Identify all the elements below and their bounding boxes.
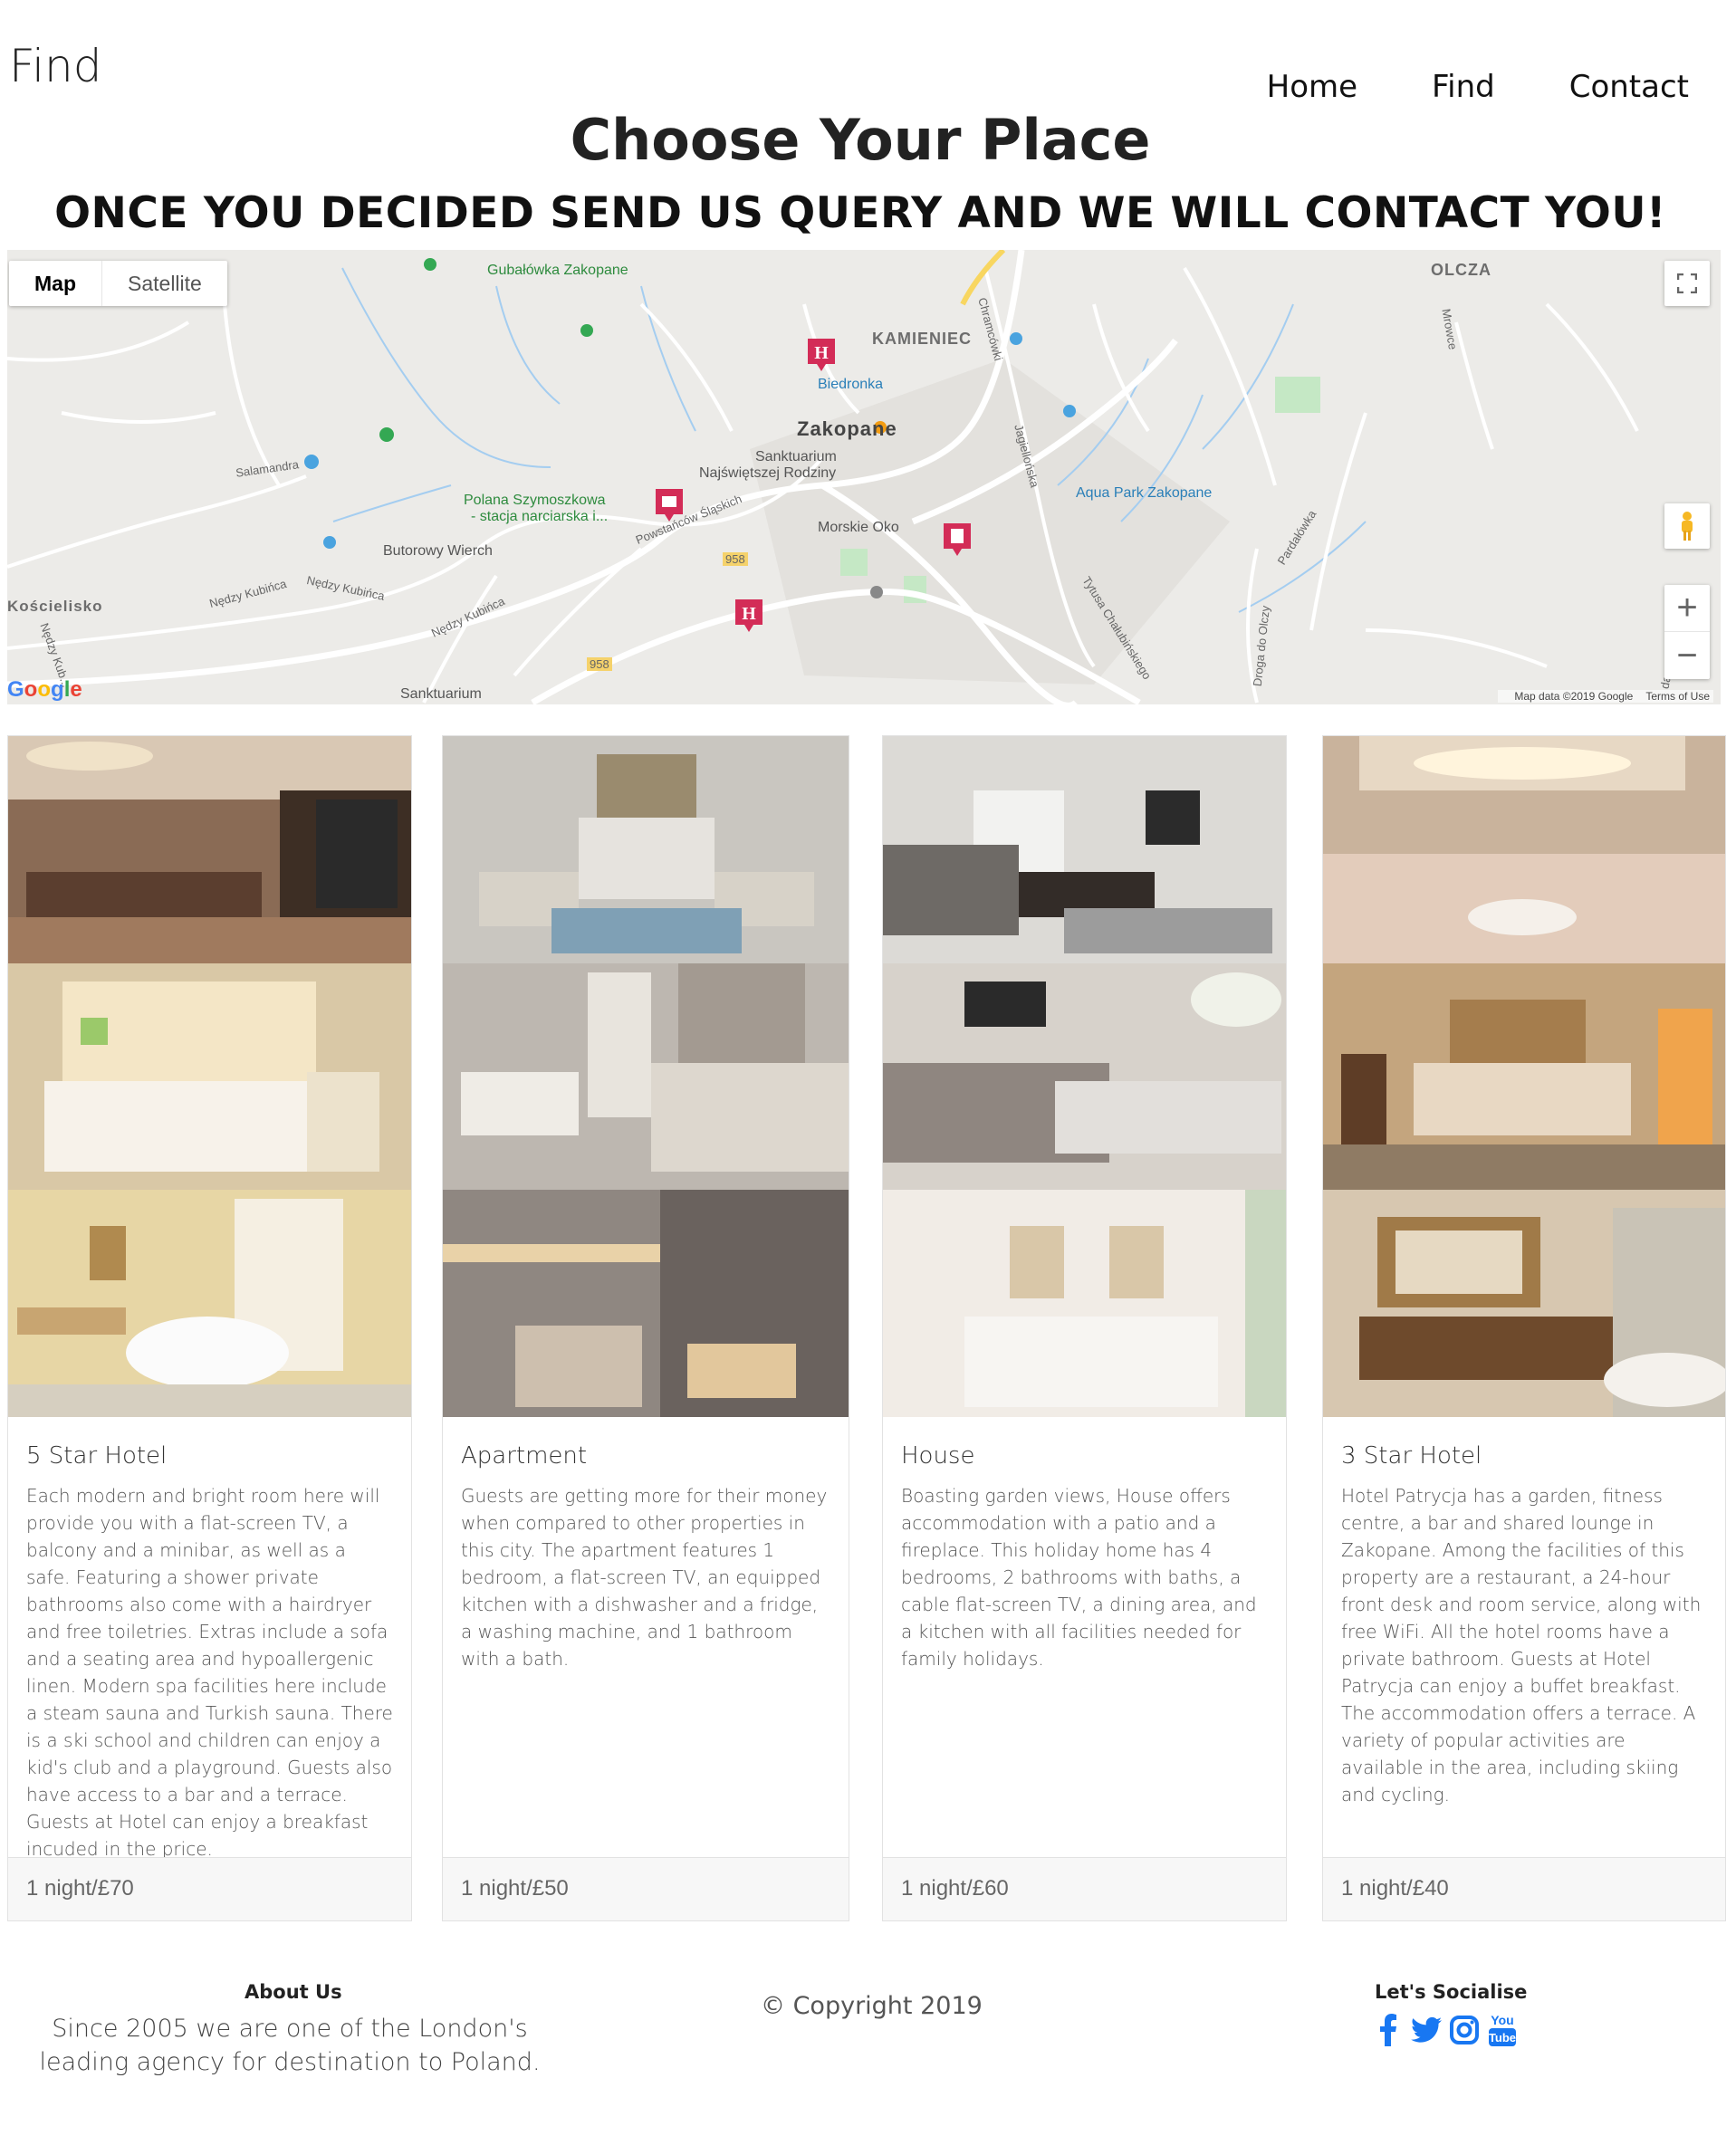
card-description: Each modern and bright room here will pr… xyxy=(26,1485,393,1860)
map-label: Sanktuarium xyxy=(400,686,482,702)
bathroom-photo[interactable] xyxy=(8,1190,411,1417)
bedroom-photo[interactable] xyxy=(883,962,1286,1191)
nav-home[interactable]: Home xyxy=(1267,69,1357,105)
map-label: Biedronka xyxy=(818,377,884,392)
property-card[interactable]: House Boasting garden views, House offer… xyxy=(882,735,1287,1921)
map-label: Sanktuarium xyxy=(755,449,837,464)
map-label: Gubałówka Zakopane xyxy=(487,263,628,278)
facebook-icon[interactable] xyxy=(1373,2012,1404,2048)
bathroom-photo[interactable] xyxy=(1323,1190,1725,1417)
dining-room-photo[interactable] xyxy=(1323,736,1725,963)
map-label: Polana Szymoszkowa xyxy=(464,493,606,508)
nav-find[interactable]: Find xyxy=(1432,69,1495,105)
map-type-satellite-button[interactable]: Satellite xyxy=(102,261,227,306)
svg-text:You: You xyxy=(1491,2013,1513,2027)
map-label: Aqua Park Zakopane xyxy=(1076,485,1213,501)
property-cards: 5 Star Hotel Each modern and bright room… xyxy=(7,735,1728,1923)
bathroom-photo[interactable] xyxy=(883,1190,1286,1417)
card-description: Hotel Patrycja has a garden, fitness cen… xyxy=(1341,1485,1702,1805)
terms-link[interactable]: Terms of Use xyxy=(1645,690,1710,703)
zoom-out-button[interactable]: − xyxy=(1664,632,1710,679)
map-label: Morskie Oko xyxy=(818,520,899,535)
fullscreen-icon xyxy=(1677,273,1697,293)
google-map[interactable]: H H Gubałówka Zakopane OLCZA KAMIENIEC B… xyxy=(7,250,1721,704)
svg-text:H: H xyxy=(814,343,829,363)
map-label: Najświętszej Rodziny xyxy=(699,465,837,481)
building-marker-icon[interactable] xyxy=(942,522,973,558)
living-room-photo[interactable] xyxy=(443,736,849,963)
card-title: 3 Star Hotel xyxy=(1341,1442,1482,1470)
google-logo[interactable]: Google xyxy=(7,677,82,703)
map-label: Kościelisko xyxy=(7,598,103,615)
card-description: Guests are getting more for their money … xyxy=(461,1485,828,1670)
property-card[interactable]: Apartment Guests are getting more for th… xyxy=(442,735,849,1921)
bedroom-photo[interactable] xyxy=(443,962,849,1191)
street-view-button[interactable] xyxy=(1664,503,1710,549)
living-room-photo[interactable] xyxy=(8,736,411,963)
map-label: Zakopane xyxy=(797,417,897,440)
about-heading: About Us xyxy=(245,1981,342,2003)
instagram-icon[interactable] xyxy=(1449,2012,1480,2048)
card-title: Apartment xyxy=(461,1442,588,1470)
map-label: Butorowy Wierch xyxy=(383,543,493,559)
property-card[interactable]: 5 Star Hotel Each modern and bright room… xyxy=(7,735,412,1921)
zoom-control: + − xyxy=(1664,585,1710,679)
site-logo[interactable]: Find xyxy=(9,40,101,92)
photo-stack xyxy=(443,736,849,1417)
hotel-marker-icon[interactable]: H xyxy=(806,337,837,373)
photo-stack xyxy=(8,736,411,1417)
card-price: 1 night/£60 xyxy=(883,1857,1286,1920)
map-label: OLCZA xyxy=(1431,261,1491,279)
map-label: KAMIENIEC xyxy=(872,330,973,348)
social-heading: Let's Socialise xyxy=(1375,1981,1528,2003)
card-price: 1 night/£70 xyxy=(8,1857,411,1920)
main-nav: Home Find Contact xyxy=(1193,69,1689,105)
hotel-marker-icon[interactable]: H xyxy=(734,598,764,634)
zoom-in-button[interactable]: + xyxy=(1664,585,1710,632)
svg-text:Tube: Tube xyxy=(1489,2031,1516,2044)
card-price: 1 night/£40 xyxy=(1323,1857,1725,1920)
living-room-photo[interactable] xyxy=(883,736,1286,963)
map-type-map-button[interactable]: Map xyxy=(9,261,102,306)
map-canvas[interactable] xyxy=(7,250,1721,704)
card-description: Boasting garden views, House offers acco… xyxy=(901,1485,1257,1670)
nav-contact[interactable]: Contact xyxy=(1569,69,1689,105)
page-title: Choose Your Place xyxy=(570,107,1151,173)
bedroom-photo[interactable] xyxy=(1323,962,1725,1191)
card-price: 1 night/£50 xyxy=(443,1857,849,1920)
card-title: 5 Star Hotel xyxy=(26,1442,168,1470)
road-number: 958 xyxy=(723,552,748,566)
about-text: Since 2005 we are one of the London's le… xyxy=(39,2015,541,2076)
svg-text:H: H xyxy=(742,604,756,624)
photo-stack xyxy=(883,736,1286,1417)
map-attribution: Map data ©2019 Google Terms of Use xyxy=(1498,690,1713,703)
fullscreen-button[interactable] xyxy=(1664,261,1710,306)
bathroom-photo[interactable] xyxy=(443,1190,849,1417)
page-subtitle: ONCE YOU DECIDED SEND US QUERY AND WE WI… xyxy=(54,188,1666,238)
pegman-icon xyxy=(1682,512,1693,541)
twitter-icon[interactable] xyxy=(1411,2012,1442,2048)
bedroom-photo[interactable] xyxy=(8,962,411,1191)
map-data-credit: Map data ©2019 Google xyxy=(1514,690,1634,703)
copyright: © Copyright 2019 xyxy=(761,1992,983,2020)
property-card[interactable]: 3 Star Hotel Hotel Patrycja has a garden… xyxy=(1322,735,1726,1921)
youtube-icon[interactable]: You Tube xyxy=(1487,2012,1518,2048)
map-type-control: Map Satellite xyxy=(9,261,227,306)
card-title: House xyxy=(901,1442,975,1470)
road-number: 958 xyxy=(587,657,612,671)
photo-stack xyxy=(1323,736,1725,1417)
social-links: You Tube xyxy=(1373,2012,1518,2048)
map-label: - stacja narciarska i... xyxy=(471,509,609,524)
